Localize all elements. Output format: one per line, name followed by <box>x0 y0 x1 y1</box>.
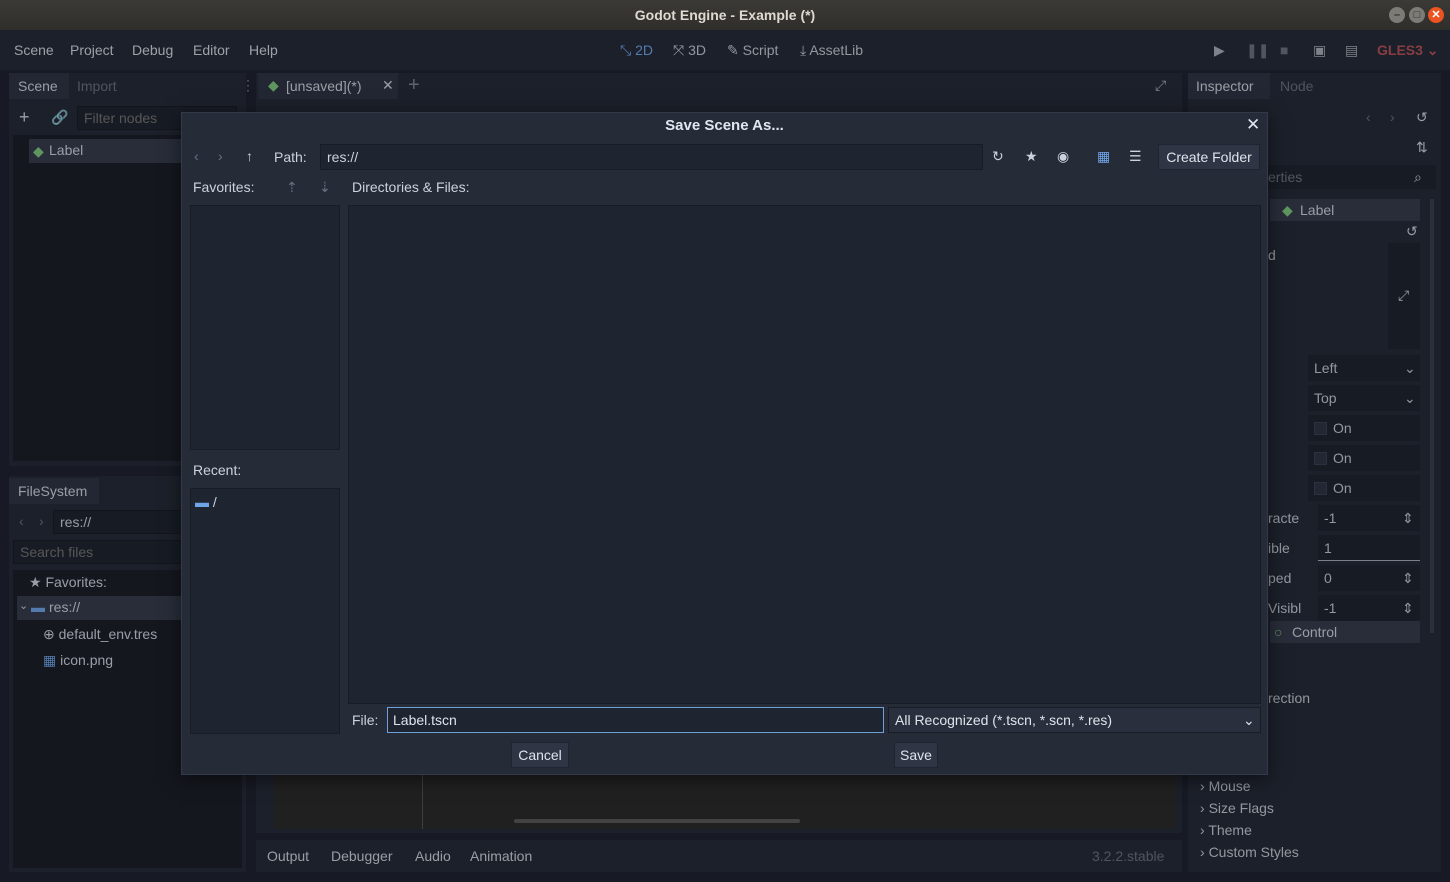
create-folder-button[interactable]: Create Folder <box>1158 144 1260 170</box>
file-label: File: <box>352 712 379 728</box>
show-hidden-eye-icon[interactable]: ◉ <box>1057 148 1069 165</box>
close-dialog-icon[interactable]: ✕ <box>1246 115 1260 135</box>
favorites-label: Favorites: <box>193 179 255 195</box>
recent-list[interactable]: ▬ / <box>190 488 340 734</box>
file-name-input[interactable] <box>387 707 884 733</box>
window-titlebar: Godot Engine - Example (*) – □ ✕ <box>0 0 1450 30</box>
grid-view-icon[interactable]: ▦ <box>1097 148 1110 165</box>
move-up-icon[interactable]: ⇡ <box>286 179 298 196</box>
back-icon[interactable]: ‹ <box>194 148 199 164</box>
file-type-select[interactable]: All Recognized (*.tscn, *.scn, *.res) ⌄ <box>888 707 1261 733</box>
favorites-list[interactable] <box>190 205 340 450</box>
window-title: Godot Engine - Example (*) <box>634 7 816 23</box>
cancel-button[interactable]: Cancel <box>511 742 569 768</box>
path-input[interactable]: res:// <box>320 144 983 170</box>
forward-icon[interactable]: › <box>218 148 223 164</box>
save-button[interactable]: Save <box>894 742 938 768</box>
refresh-icon[interactable]: ↻ <box>992 148 1004 165</box>
minimize-icon[interactable]: – <box>1389 7 1405 23</box>
chevron-down-icon: ⌄ <box>1243 712 1255 728</box>
list-view-icon[interactable]: ☰ <box>1129 148 1142 165</box>
favorite-star-icon[interactable]: ★ <box>1025 148 1038 165</box>
maximize-icon[interactable]: □ <box>1409 7 1425 23</box>
close-window-icon[interactable]: ✕ <box>1428 7 1444 23</box>
dialog-title: Save Scene As... <box>665 117 784 134</box>
recent-label: Recent: <box>193 462 242 478</box>
move-down-icon[interactable]: ⇣ <box>319 179 331 196</box>
recent-item-root[interactable]: ▬ / <box>195 494 217 510</box>
save-scene-dialog: Save Scene As... ✕ ‹ › ↑ Path: res:// ↻ … <box>181 112 1268 775</box>
parent-folder-icon[interactable]: ↑ <box>246 148 253 164</box>
folder-icon: ▬ <box>195 494 213 510</box>
files-label: Directories & Files: <box>352 179 470 195</box>
files-list[interactable] <box>348 205 1261 704</box>
path-label: Path: <box>274 149 307 165</box>
